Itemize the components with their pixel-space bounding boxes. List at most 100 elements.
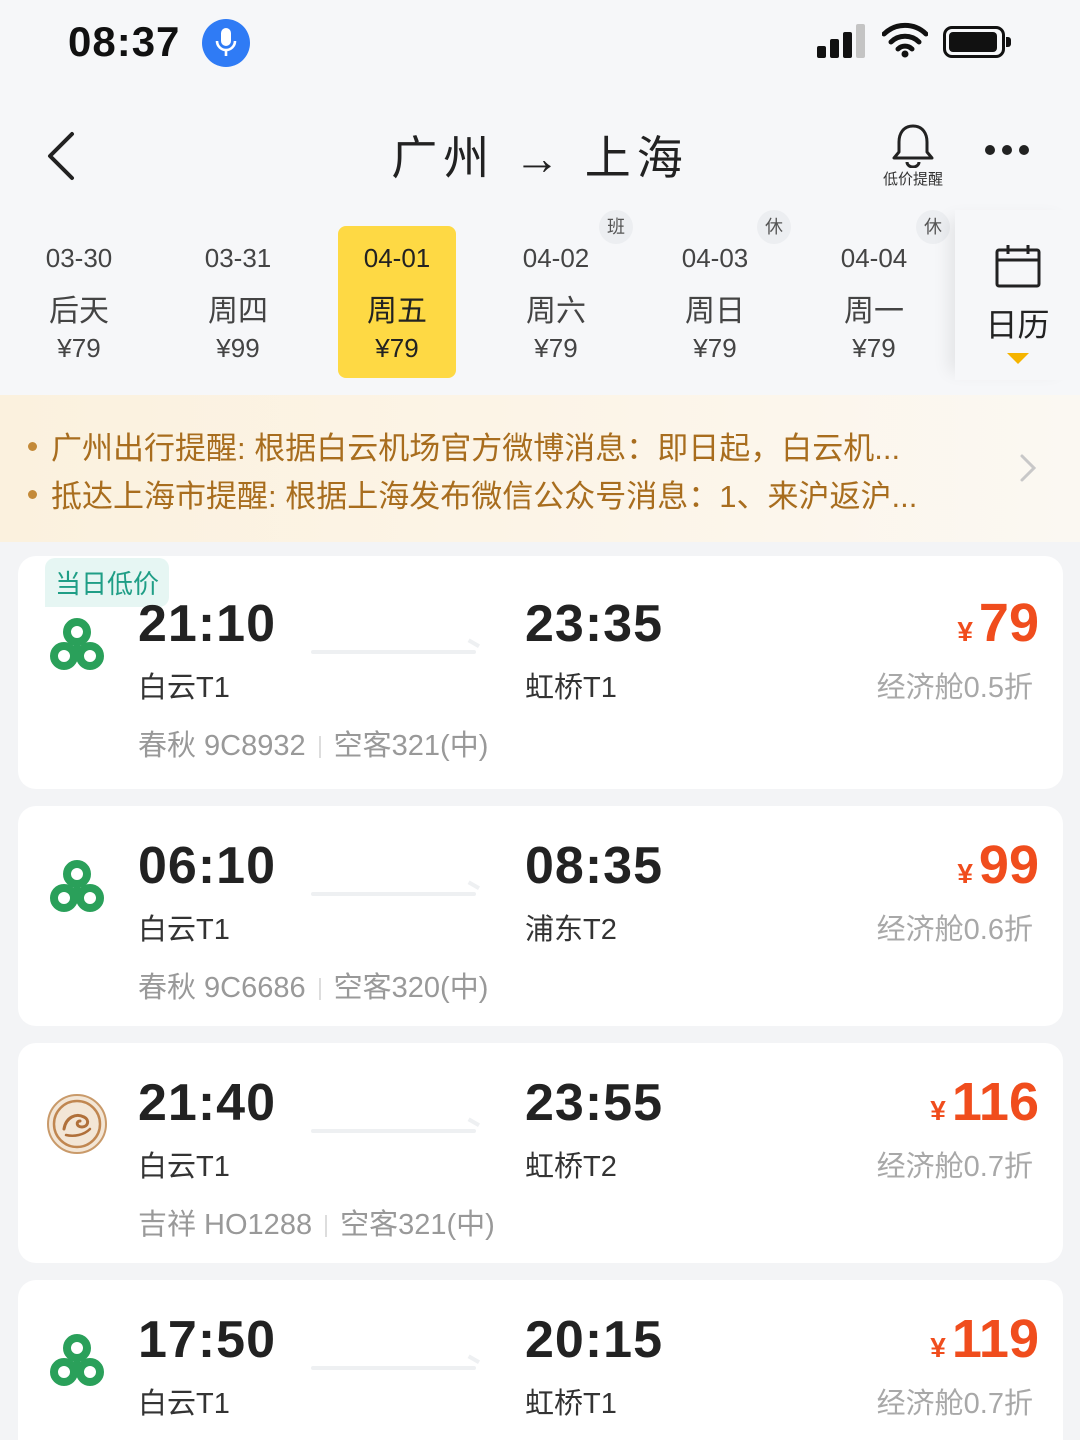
travel-notice-banner[interactable]: 广州出行提醒: 根据白云机场官方微博消息：即日起，白云机... 抵达上海市提醒:… — [0, 395, 1080, 542]
microphone-icon — [202, 19, 250, 67]
price-value: 116 — [951, 1072, 1039, 1132]
workday-tag: 班 — [599, 210, 633, 244]
date-price: ¥79 — [534, 333, 578, 363]
weekday-label: 周六 — [526, 295, 586, 328]
departure-airport: 白云T1 — [138, 914, 230, 946]
date-item[interactable]: 03-30 后天 ¥79 — [20, 226, 138, 378]
flight-card[interactable]: 21:40 23:55 白云T1 虹桥T2 吉祥 HO1288 空客321(中) … — [18, 1043, 1063, 1263]
wifi-icon — [881, 22, 929, 63]
notice-text: 抵达上海市提醒: 根据上海发布微信公众号消息：1、来沪返沪... — [51, 479, 918, 514]
cabin-discount: 经济舱0.7折 — [876, 1151, 1033, 1183]
flight-card[interactable]: 17:50 20:15 白云T1 虹桥T1 ¥119 经济舱0.7折 — [18, 1280, 1063, 1440]
departure-time: 06:10 — [138, 837, 276, 895]
arrival-time: 08:35 — [525, 837, 663, 895]
flight-route-line — [311, 1129, 476, 1133]
date-item[interactable]: 04-02 周六 ¥79 — [497, 226, 615, 378]
price-value: 79 — [978, 593, 1039, 653]
price-alert-button[interactable]: 低价提醒 — [878, 122, 948, 192]
date-selector: 03-30 后天 ¥79 03-31 周四 ¥99 04-01 周五 ¥79 0… — [0, 210, 960, 385]
departure-time: 21:40 — [138, 1074, 276, 1132]
departure-airport: 白云T1 — [138, 1388, 230, 1420]
flight-number: 吉祥 HO1288 — [138, 1209, 313, 1241]
dropdown-triangle-icon — [1007, 353, 1029, 364]
weekday-label: 后天 — [49, 295, 109, 328]
flight-info: 春秋 9C8932 空客321(中) — [138, 722, 488, 764]
flight-price: ¥79 — [957, 592, 1039, 654]
spring-airlines-logo — [50, 618, 104, 670]
currency-symbol: ¥ — [957, 616, 973, 647]
arrival-airport: 虹桥T1 — [525, 672, 617, 704]
currency-symbol: ¥ — [930, 1095, 946, 1126]
date-item[interactable]: 04-03 周日 ¥79 — [656, 226, 774, 378]
date-label: 04-04 — [840, 243, 908, 273]
cabin-discount: 经济舱0.7折 — [876, 1388, 1033, 1420]
juneyao-airlines-logo — [47, 1094, 107, 1154]
arrival-airport: 浦东T2 — [525, 914, 617, 946]
departure-airport: 白云T1 — [138, 1151, 230, 1183]
cellular-signal-icon — [817, 24, 869, 58]
currency-symbol: ¥ — [957, 858, 973, 889]
flight-route-line — [311, 1366, 476, 1370]
date-label: 04-03 — [681, 243, 749, 273]
date-label: 03-30 — [45, 243, 113, 273]
spring-airlines-logo — [50, 860, 104, 912]
weekday-label: 周四 — [208, 295, 268, 328]
calendar-label: 日历 — [985, 307, 1050, 343]
flight-route-line — [311, 650, 476, 654]
date-price: ¥79 — [57, 333, 101, 363]
price-value: 99 — [978, 835, 1039, 895]
arrival-time: 20:15 — [525, 1311, 663, 1369]
weekday-label: 周日 — [685, 295, 745, 328]
notice-item: 抵达上海市提醒: 根据上海发布微信公众号消息：1、来沪返沪... — [28, 471, 917, 516]
currency-symbol: ¥ — [930, 1332, 946, 1363]
arrival-time: 23:35 — [525, 595, 663, 653]
date-label: 04-01 — [363, 243, 431, 273]
aircraft-type: 空客321(中) — [333, 730, 489, 762]
price-value: 119 — [951, 1309, 1039, 1369]
date-label: 03-31 — [204, 243, 272, 273]
page-title: 广州 → 上海 — [391, 132, 689, 184]
flight-info: 春秋 9C6686 空客320(中) — [138, 964, 488, 1006]
date-price: ¥99 — [216, 333, 260, 363]
flight-price: ¥99 — [957, 834, 1039, 896]
calendar-icon — [995, 245, 1041, 288]
date-item[interactable]: 04-04 周一 ¥79 — [815, 226, 933, 378]
arrival-airport: 虹桥T1 — [525, 1388, 617, 1420]
notice-text: 广州出行提醒: 根据白云机场官方微博消息：即日起，白云机... — [51, 431, 901, 466]
departure-time: 21:10 — [138, 595, 276, 653]
battery-icon — [943, 26, 1011, 58]
bell-icon — [892, 124, 934, 169]
date-price: ¥79 — [693, 333, 737, 363]
date-price: ¥79 — [852, 333, 896, 363]
flight-number: 春秋 9C8932 — [138, 730, 306, 762]
header-area: 08:37 广州 → 上海 低价提醒 03-30 后天 ¥79 03-31 周四… — [0, 0, 1080, 395]
arrival-airport: 虹桥T2 — [525, 1151, 617, 1183]
date-item[interactable]: 03-31 周四 ¥99 — [179, 226, 297, 378]
flight-number: 春秋 9C6686 — [138, 972, 306, 1004]
date-price: ¥79 — [375, 333, 419, 363]
holiday-tag: 休 — [757, 210, 791, 244]
price-alert-label: 低价提醒 — [882, 171, 943, 188]
chevron-right-icon — [1020, 454, 1037, 482]
holiday-tag: 休 — [916, 210, 950, 244]
flight-route-line — [311, 892, 476, 896]
flight-card[interactable]: 06:10 08:35 白云T1 浦东T2 春秋 9C6686 空客320(中) … — [18, 806, 1063, 1026]
flight-card[interactable]: 当日低价 21:10 23:35 白云T1 虹桥T1 春秋 9C8932 空客32… — [18, 556, 1063, 789]
departure-time: 17:50 — [138, 1311, 276, 1369]
date-item-selected[interactable]: 04-01 周五 ¥79 — [338, 226, 456, 378]
arrival-time: 23:55 — [525, 1074, 663, 1132]
notice-item: 广州出行提醒: 根据白云机场官方微博消息：即日起，白云机... — [28, 423, 900, 468]
flight-info: 吉祥 HO1288 空客321(中) — [138, 1201, 495, 1243]
back-button[interactable] — [42, 128, 92, 184]
weekday-label: 周一 — [844, 295, 904, 328]
weekday-label: 周五 — [367, 295, 427, 328]
cabin-discount: 经济舱0.5折 — [876, 672, 1033, 704]
more-options-button[interactable] — [985, 142, 1039, 162]
flight-price: ¥119 — [930, 1308, 1039, 1370]
aircraft-type: 空客321(中) — [340, 1209, 495, 1241]
date-label: 04-02 — [522, 243, 590, 273]
cabin-discount: 经济舱0.6折 — [876, 914, 1033, 946]
departure-airport: 白云T1 — [138, 672, 230, 704]
spring-airlines-logo — [50, 1334, 104, 1386]
calendar-button[interactable]: 日历 — [955, 210, 1080, 380]
